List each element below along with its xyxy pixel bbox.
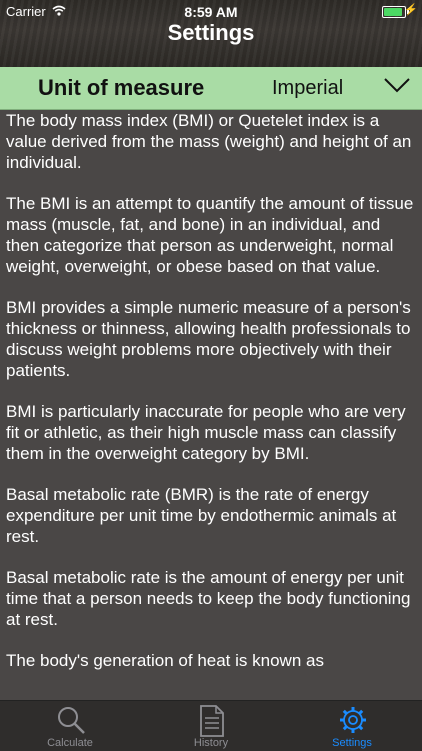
- unit-of-measure-value[interactable]: Imperial: [272, 77, 343, 100]
- tab-history[interactable]: History: [141, 701, 281, 751]
- gear-icon: [338, 705, 368, 740]
- clock: 8:59 AM: [184, 4, 238, 20]
- tab-label: History: [193, 737, 229, 749]
- info-paragraph: The body's generation of heat is known a…: [6, 651, 324, 670]
- info-paragraph: BMI provides a simple numeric measure of…: [6, 298, 411, 380]
- unit-of-measure-label: Unit of measure: [38, 75, 205, 100]
- info-paragraph: The body mass index (BMI) or Quetelet in…: [6, 111, 412, 172]
- info-paragraph: The BMI is an attempt to quantify the am…: [6, 194, 414, 276]
- tab-bar: Calculate History Settings: [0, 700, 422, 751]
- magnifier-icon: [56, 705, 86, 740]
- page-title: Settings: [167, 20, 255, 45]
- info-text-area[interactable]: The body mass index (BMI) or Quetelet in…: [0, 110, 422, 700]
- tab-label: Calculate: [47, 737, 93, 749]
- info-paragraph: Basal metabolic rate is the amount of en…: [6, 568, 411, 629]
- tab-settings[interactable]: Settings: [282, 701, 422, 751]
- tab-label: Settings: [332, 737, 372, 749]
- status-bar: Carrier 8:59 AM ⚡: [0, 0, 422, 22]
- info-paragraph: Basal metabolic rate (BMR) is the rate o…: [6, 485, 397, 546]
- unit-of-measure-selector[interactable]: Unit of measure Imperial: [0, 67, 422, 110]
- charging-icon: ⚡: [404, 4, 418, 16]
- tab-calculate[interactable]: Calculate: [0, 701, 140, 751]
- info-paragraph: BMI is particularly inaccurate for peopl…: [6, 402, 406, 463]
- nav-header: Carrier 8:59 AM ⚡ Settings: [0, 0, 422, 67]
- battery-icon: [382, 6, 406, 18]
- chevron-down-icon[interactable]: [384, 77, 410, 98]
